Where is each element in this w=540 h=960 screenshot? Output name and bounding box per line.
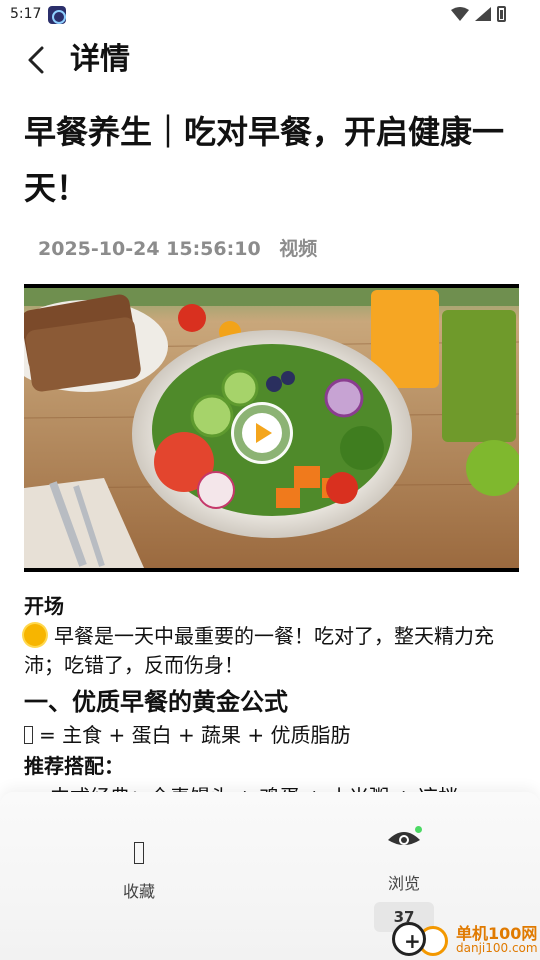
status-time: 5:17 [10, 6, 42, 22]
page-title: 详情 [70, 42, 130, 77]
recommend-label: 推荐搭配： [24, 754, 124, 778]
play-icon [242, 413, 282, 453]
online-dot [415, 826, 422, 833]
signal-icon [475, 7, 491, 21]
opening-label: 开场 [24, 594, 64, 618]
formula-text: = 主食 + 蛋白 + 蔬果 + 优质脂肪 [39, 723, 351, 747]
status-bar: 5:17 [0, 0, 540, 30]
browse-block: 浏览 37 [370, 826, 438, 932]
app-icon [48, 6, 66, 24]
collect-label: 收藏 [122, 882, 155, 901]
article-date: 2025-10-24 15:56:10 [38, 238, 261, 260]
sun-emoji-icon [24, 624, 46, 646]
browse-label: 浏览 [387, 874, 420, 893]
header: 详情 [0, 34, 540, 90]
section-heading: 一、优质早餐的黄金公式 [24, 688, 288, 716]
video-player[interactable] [24, 284, 519, 572]
collect-icon [134, 842, 144, 864]
watermark: + 单机100网 danji100.com [392, 918, 540, 960]
watermark-url: danji100.com [456, 941, 538, 955]
intro-text: 早餐是一天中最重要的一餐！吃对了，整天精力充沛；吃错了，反而伤身！ [24, 624, 494, 677]
battery-icon [497, 6, 506, 22]
article-meta: 2025-10-24 15:56:10 视频 [38, 234, 317, 261]
missing-glyph-icon [24, 726, 33, 744]
article-title: 早餐养生｜吃对早餐，开启健康一天！ [24, 113, 505, 207]
watermark-logo: + [392, 922, 426, 956]
status-icons [451, 6, 506, 22]
collect-button[interactable]: 收藏 [104, 842, 174, 916]
article-type: 视频 [279, 238, 318, 260]
formula-line: = 主食 + 蛋白 + 蔬果 + 优质脂肪 [24, 720, 524, 750]
back-arrow-icon[interactable] [20, 42, 56, 78]
wifi-icon [451, 7, 469, 21]
intro-paragraph: 早餐是一天中最重要的一餐！吃对了，整天精力充沛；吃错了，反而伤身！ [24, 622, 524, 680]
play-button[interactable] [231, 402, 293, 464]
article-content: 开场 早餐是一天中最重要的一餐！吃对了，整天精力充沛；吃错了，反而伤身！ 一、优… [24, 592, 524, 812]
